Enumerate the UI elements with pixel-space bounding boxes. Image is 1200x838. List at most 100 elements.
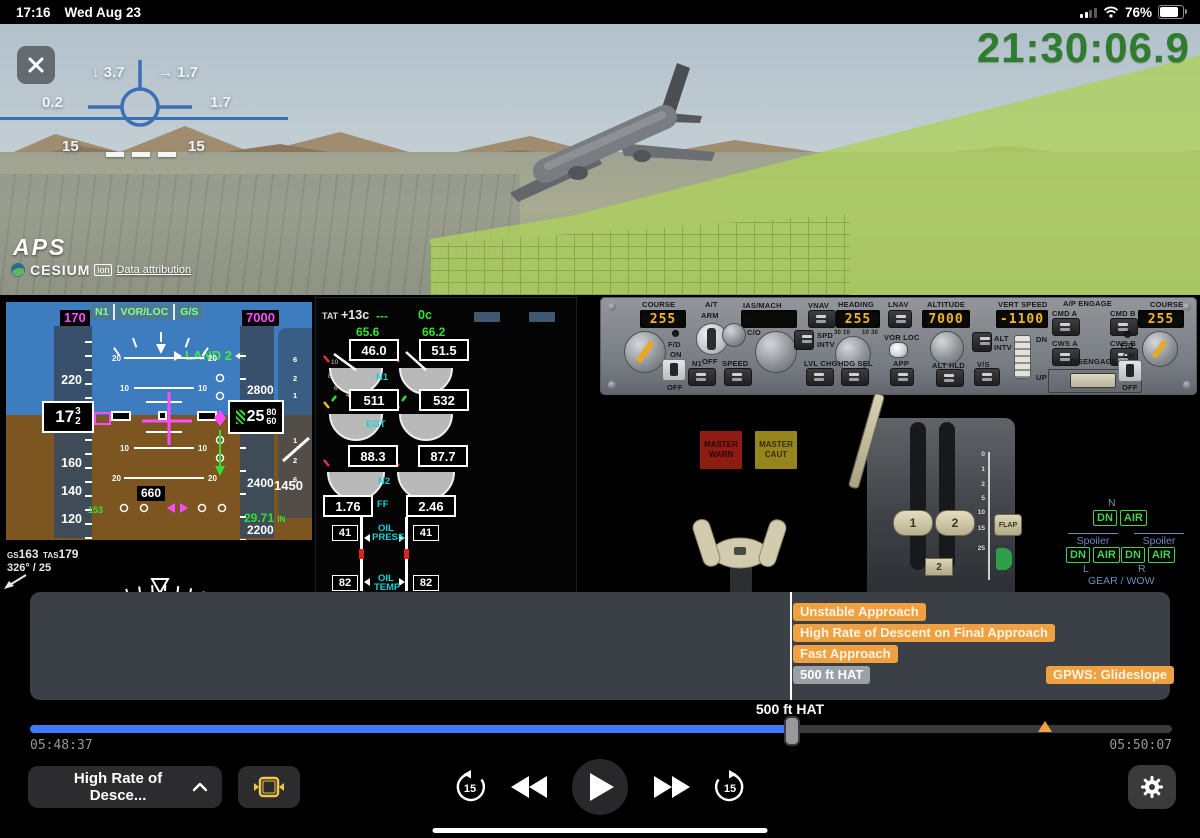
timeline-playhead	[790, 592, 792, 700]
svg-text:6: 6	[334, 385, 338, 392]
n1-readout-2: 51.5	[419, 339, 469, 361]
ils-scale-right: 1.7	[210, 94, 231, 111]
home-indicator[interactable]	[433, 828, 768, 833]
cesium-attribution: CESIUM ion Data attribution	[10, 262, 191, 278]
skip-back-15-button[interactable]: 15	[453, 770, 487, 804]
timeline-event-chip[interactable]: Fast Approach	[793, 645, 898, 663]
baro-setting: 29.71 IN	[244, 511, 285, 525]
app-button[interactable]	[890, 368, 914, 386]
play-button[interactable]	[572, 759, 628, 815]
rotate-view-button[interactable]	[238, 766, 300, 808]
speed-button[interactable]	[724, 368, 752, 386]
gear-icon	[1140, 775, 1164, 799]
timeline-event-chip[interactable]: High Rate of Descent on Final Approach	[793, 624, 1055, 642]
oil-press-readout-1: 41	[332, 525, 358, 541]
altitude-hatch-flag	[236, 410, 245, 424]
lnav-button[interactable]	[888, 310, 912, 328]
hdg-sel-button[interactable]	[841, 368, 869, 386]
oil-temp-pointer	[364, 578, 370, 586]
close-button[interactable]	[17, 46, 55, 84]
rewind-icon	[511, 776, 547, 798]
cmd-a-button[interactable]	[1052, 318, 1080, 336]
fast-forward-button[interactable]	[654, 776, 690, 798]
timeline-event-chip[interactable]: GPWS: Glideslope	[1046, 666, 1174, 684]
current-altitude-readout: 25 80 60	[228, 400, 284, 434]
course-left-knob[interactable]	[624, 331, 666, 373]
cellular-signal-icon	[1080, 7, 1097, 18]
altitude-knob[interactable]	[930, 331, 964, 365]
alt-intv-button[interactable]	[972, 332, 992, 352]
ils-mark-left: 15	[62, 138, 79, 155]
ff-readout-2: 2.46	[406, 495, 456, 517]
oil-temp-bar-2	[405, 549, 408, 591]
course-right-display: 255	[1138, 310, 1184, 328]
timeline-scrubber-handle[interactable]	[784, 716, 800, 746]
egt-readout-2: 532	[419, 389, 469, 411]
event-selector-dropdown[interactable]: High Rate of Desce...	[28, 766, 222, 808]
eicas-display: TAT +13c --- 0c 65.6 66.2 10 8 6 4 2	[315, 297, 577, 595]
fd-right-led	[1124, 331, 1131, 338]
co-knob[interactable]	[722, 323, 746, 347]
ils-vertical-deviation: ↓ 3.7	[92, 64, 125, 81]
master-caution-light[interactable]: MASTER CAUT	[755, 431, 797, 469]
runway-marker-dash	[132, 152, 150, 157]
svg-text:10: 10	[120, 444, 129, 453]
settings-button[interactable]	[1128, 765, 1176, 809]
oil-press-readout-2: 41	[413, 525, 439, 541]
ias-mach-display	[741, 310, 797, 328]
rewind-button[interactable]	[511, 776, 547, 798]
event-marker-triangle[interactable]	[1038, 721, 1052, 732]
status-time: 17:16	[16, 5, 51, 20]
ap-disengage-bar[interactable]	[1070, 373, 1116, 388]
runway-marker-dash	[106, 152, 124, 157]
data-attribution-link[interactable]: Data attribution	[116, 264, 191, 276]
nose-gear-indicators: DN AIR	[1093, 510, 1147, 526]
vs-button[interactable]	[974, 368, 1000, 386]
wifi-icon	[1103, 6, 1119, 18]
oil-temp-bar-1	[360, 549, 363, 591]
minimums-readout: 660	[137, 486, 165, 501]
master-warning-light[interactable]: MASTER WARN	[700, 431, 742, 469]
svg-text:10: 10	[120, 384, 129, 393]
lvl-chg-button[interactable]	[806, 368, 834, 386]
ff-readout-1: 1.76	[323, 495, 373, 517]
cesium-globe-icon	[10, 262, 26, 278]
oil-press-pointer	[364, 534, 370, 542]
fd-left-switch[interactable]	[662, 359, 686, 381]
play-icon	[590, 773, 614, 801]
timeline-event-chip[interactable]: Unstable Approach	[793, 603, 926, 621]
course-right-knob[interactable]	[1142, 331, 1178, 367]
replay-3d-view: 21:30:06.9 ↓ 3.7 → 1.7 0.2 1.7 15 15 APS	[0, 24, 1200, 295]
skip-forward-15-button[interactable]: 15	[713, 770, 747, 804]
thrust-lever-1[interactable]: 1	[893, 510, 933, 536]
close-icon	[27, 56, 45, 74]
thrust-lever-2[interactable]: 2	[935, 510, 975, 536]
n1-readout-1: 46.0	[349, 339, 399, 361]
playback-slider[interactable]	[30, 724, 1172, 734]
svg-text:10: 10	[331, 359, 339, 366]
radio-altitude: 1450	[274, 478, 303, 493]
alt-hld-button[interactable]	[936, 369, 964, 387]
eicas-indicator-chip	[529, 312, 555, 322]
end-timecode: 05:50:07	[1109, 738, 1172, 753]
vert-speed-thumbwheel[interactable]	[1014, 335, 1031, 379]
speed-knob[interactable]	[755, 331, 797, 373]
throttle-quadrant: 1 2 2 0 1 2 5 10 15 25 FLAP	[855, 400, 1040, 595]
ils-lateral-deviation: → 1.7	[158, 64, 198, 81]
event-timeline-panel[interactable]: Unstable Approach High Rate of Descent o…	[30, 592, 1170, 700]
compass-rose: 24 27 30	[0, 545, 312, 592]
flap-lever-handle[interactable]: FLAP	[994, 514, 1022, 536]
hsi-compass: GS163 TAS179 326° / 25	[0, 545, 312, 592]
fd-right-switch[interactable]	[1118, 360, 1142, 382]
vnav-button[interactable]	[808, 310, 836, 328]
flap-position-tab: 2	[925, 558, 953, 576]
n1-button[interactable]	[688, 368, 716, 386]
slider-progress-fill	[30, 725, 790, 733]
right-gear-indicators: DN AIR	[1121, 547, 1175, 563]
timeline-event-chip[interactable]: 500 ft HAT	[793, 666, 870, 684]
spd-intv-button[interactable]	[794, 330, 814, 350]
battery-icon	[1158, 5, 1184, 19]
n2-readout-2: 87.7	[418, 445, 468, 467]
vor-loc-button[interactable]	[889, 342, 908, 358]
fast-forward-icon	[654, 776, 690, 798]
